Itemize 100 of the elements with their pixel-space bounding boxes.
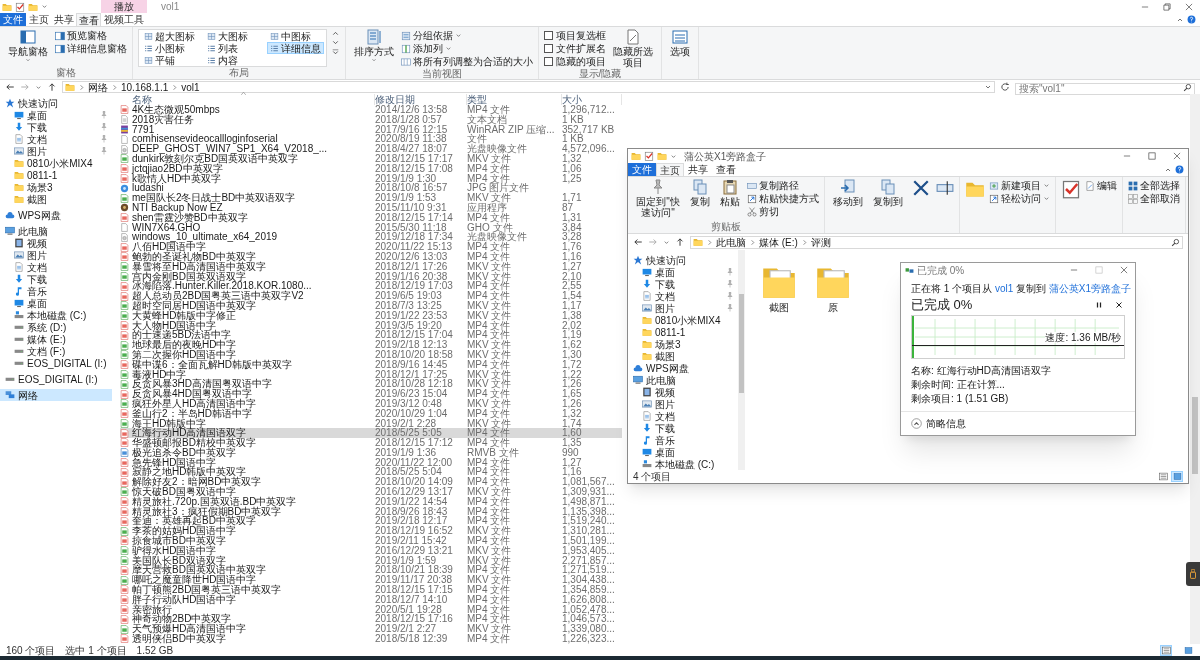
- breadcrumb[interactable]: 媒体 (E:): [759, 234, 798, 250]
- file-row[interactable]: 疯狂外星人HD高清国语中字 2019/3/12 0:48 MKV 文件 1,26: [120, 398, 622, 409]
- sidebar-item[interactable]: 场景3: [0, 181, 112, 193]
- layout-option[interactable]: 平铺: [141, 54, 198, 66]
- sidebar-item[interactable]: 文档 (F:): [0, 345, 112, 357]
- sidebar-item[interactable]: 下载: [0, 273, 112, 285]
- file-row[interactable]: dunkirk敦刻尔克BD国英双语中英双字 2018/12/15 17:17 MKV 文件 1,32: [120, 154, 622, 164]
- ribbon-tab[interactable]: 共享: [51, 13, 76, 26]
- file-menu-tab[interactable]: 文件: [0, 13, 26, 26]
- checkbox-option[interactable]: 项目复选框: [544, 29, 606, 42]
- collapse-ribbon-icon[interactable]: [1176, 16, 1184, 24]
- search-icon[interactable]: [1171, 237, 1180, 247]
- file-row[interactable]: 惊天破BD国粤双语中字 2016/12/29 13:17 MKV 文件 1,309,931...: [120, 487, 622, 497]
- file-row[interactable]: jctqjiao2BD中英双字 2018/12/15 17:08 MP4 文件 1,06: [120, 163, 622, 174]
- options-button[interactable]: 选项: [667, 29, 693, 57]
- file-row[interactable]: k歌情人HD中英双字 2019/1/9 1:30 MP4 文件 1,25: [120, 173, 622, 184]
- restore-icon[interactable]: [1162, 1, 1172, 12]
- paste-button[interactable]: 粘贴: [717, 179, 743, 207]
- refresh-icon[interactable]: [1000, 82, 1010, 92]
- file-row[interactable]: 极光追杀令BD中英双字 2019/1/9 1:36 RMVB 文件 990: [120, 447, 622, 458]
- sidebar-item[interactable]: 视频: [628, 386, 738, 398]
- scrollbar-thumb[interactable]: [1192, 396, 1198, 474]
- breadcrumb[interactable]: 评测: [810, 234, 831, 250]
- ribbon-tab[interactable]: 共享: [684, 163, 712, 176]
- ribbon-tab[interactable]: 主页: [656, 163, 684, 176]
- sidebar-item[interactable]: 音乐: [0, 285, 112, 297]
- up-icon[interactable]: [47, 82, 57, 92]
- file-row[interactable]: 暴雪将至HD高清国语中英双字 2018/12/1 17:26 MKV 文件 1,27: [120, 261, 622, 272]
- sidebar-item[interactable]: 网络: [0, 389, 112, 401]
- caret-icon[interactable]: [35, 83, 42, 91]
- file-row[interactable]: 八佰HD国语中字 2020/11/22 15:13 MP4 文件 1,76: [120, 242, 622, 252]
- file-row[interactable]: 奎迪：英雄再起BD中英双字 2019/2/18 12:17 MP4 文件 1,519,240...: [120, 516, 622, 527]
- sidebar-item[interactable]: 此电脑: [628, 374, 738, 386]
- layout-option[interactable]: 大图标: [204, 30, 261, 42]
- source-link[interactable]: vol1: [994, 283, 1014, 294]
- layout-option[interactable]: 列表: [204, 42, 261, 54]
- preview-pane-button[interactable]: 预览窗格: [55, 29, 127, 42]
- file-row[interactable]: 大黄蜂HD韩版中字修正 2019/1/22 23:53 MKV 文件 1,38: [120, 310, 622, 321]
- file-row[interactable]: me国队长2冬日战士BD中英双语双字 2019/1/9 1:53 MKV 文件 1,71: [120, 193, 622, 203]
- close-icon[interactable]: [1119, 265, 1129, 275]
- scrollbar[interactable]: [1190, 94, 1200, 644]
- caret-icon[interactable]: [670, 152, 677, 160]
- sidebar-item[interactable]: 截图: [628, 350, 738, 362]
- sidebar-item[interactable]: 桌面: [628, 266, 738, 278]
- new-item-button[interactable]: 新建项目: [989, 179, 1050, 192]
- layout-option[interactable]: 中图标: [267, 30, 324, 42]
- properties-icon[interactable]: [15, 1, 25, 12]
- file-row[interactable]: 地球最后的夜晚HD中字 2019/2/18 12:13 MKV 文件 1,62: [120, 340, 622, 350]
- cancel-icon[interactable]: [1115, 301, 1123, 309]
- scrollbar[interactable]: [738, 250, 745, 470]
- file-row[interactable]: 反贪风暴4HD国粤双语中字 2019/6/23 15:04 MP4 文件 1,65: [120, 389, 622, 399]
- breadcrumb[interactable]: 10.168.1.1: [121, 79, 169, 95]
- checkbox[interactable]: [544, 31, 553, 40]
- file-row[interactable]: DEEP_GHOST_WIN7_SP1_X64_V2018_... 2018/4/27 18:07 光盘映像文件 4,572,096...: [120, 144, 622, 154]
- easy-access-button[interactable]: 轻松访问: [989, 192, 1050, 205]
- close-icon[interactable]: [1172, 151, 1182, 161]
- ribbon-tab[interactable]: 主页: [26, 13, 51, 26]
- checkbox[interactable]: [544, 44, 553, 53]
- sidebar-item[interactable]: 本地磁盘 (C:): [0, 309, 112, 321]
- back-icon[interactable]: [633, 237, 643, 247]
- maximize-icon[interactable]: [1147, 151, 1157, 161]
- breadcrumb[interactable]: vol1: [181, 79, 200, 95]
- layout-option[interactable]: 超大图标: [141, 30, 198, 42]
- file-row[interactable]: 胖子行动队HD国语中字 2018/12/7 14:10 MP4 文件 1,626,808...: [120, 594, 622, 605]
- column-header[interactable]: 修改日期: [375, 94, 467, 105]
- file-row[interactable]: 帕丁顿熊2BD国粤英三语中英双字 2018/12/15 17:15 MP4 文件 1,354,859...: [120, 585, 622, 595]
- pin-button[interactable]: 固定到"快速访问": [633, 179, 683, 218]
- sidebar-item[interactable]: 截图: [0, 193, 112, 205]
- edit-button[interactable]: 编辑: [1085, 179, 1117, 192]
- sidebar-item[interactable]: 桌面: [0, 297, 112, 309]
- details-view-button[interactable]: [1157, 471, 1169, 482]
- sidebar-item[interactable]: 快速访问: [0, 97, 112, 109]
- sidebar-item[interactable]: 0810小米MIX4: [0, 157, 112, 169]
- file-row[interactable]: 4K生态微观50mbps 2014/12/6 13:58 MP4 文件 1,296,712...: [120, 105, 622, 115]
- up-icon[interactable]: [675, 237, 685, 247]
- folder-item[interactable]: 截图: [757, 264, 801, 315]
- move-to-button[interactable]: 移动到: [830, 179, 866, 207]
- sidebar-item[interactable]: 下载: [628, 278, 738, 290]
- file-row[interactable]: 第二次握你HD国语中字 2018/10/20 18:58 MKV 文件 1,30: [120, 349, 622, 360]
- sidebar-item[interactable]: EOS_DIGITAL (I:): [0, 373, 112, 385]
- select-none-button[interactable]: 全部取消: [1128, 192, 1180, 205]
- breadcrumb[interactable]: 此电脑: [716, 234, 746, 250]
- file-row[interactable]: WIN7X64.GHO 2015/5/30 11:18 GHO 文件 3,84: [120, 222, 622, 233]
- sidebar-item[interactable]: 0811-1: [0, 169, 112, 181]
- file-row[interactable]: 华盛顿邮报BD精校中英双字 2018/12/15 17:12 MP4 文件 1,35: [120, 438, 622, 448]
- usb-notification-tab[interactable]: [1186, 562, 1200, 586]
- address-bar[interactable]: 此电脑 媒体 (E:) 评测: [690, 235, 1183, 249]
- sort-button[interactable]: 排序方式: [351, 29, 397, 63]
- back-icon[interactable]: [5, 82, 15, 92]
- file-row[interactable]: 驴得水HD国语中字 2016/12/29 13:21 MKV 文件 1,953,405...: [120, 545, 622, 556]
- layout-option[interactable]: 内容: [204, 54, 261, 66]
- file-row[interactable]: 釜山行2：半岛HD韩语中字 2020/10/29 1:04 MP4 文件 1,32: [120, 408, 622, 419]
- group-by-button[interactable]: 分组依据: [401, 29, 533, 42]
- scroll-up-icon[interactable]: [331, 29, 340, 38]
- properties-icon[interactable]: [1061, 179, 1081, 199]
- cut-button[interactable]: 剪切: [747, 205, 819, 218]
- hide-selected-button[interactable]: 隐藏所选项目: [610, 29, 656, 68]
- file-row[interactable]: 宫内金刚BD国英双语双字 2019/1/16 20:38 MKV 文件 2,10: [120, 271, 622, 282]
- pause-icon[interactable]: [1095, 301, 1103, 309]
- sidebar-item[interactable]: 图片: [0, 249, 112, 261]
